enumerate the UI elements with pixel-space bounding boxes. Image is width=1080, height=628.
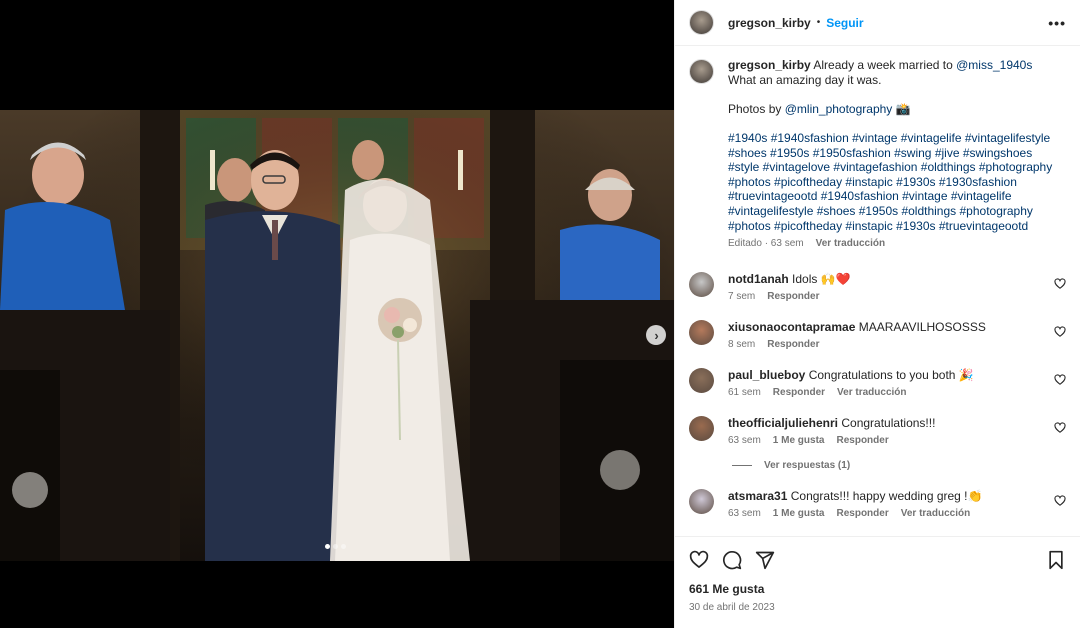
comment-list: notd1anah Idols 🙌❤️ 7 sem Responder xius… — [689, 271, 1066, 519]
like-count[interactable]: 661 Me gusta — [675, 582, 1080, 598]
comment-item: theofficialjuliehenri Congratulations!!!… — [689, 415, 1066, 446]
post-dialog: › gregson_kirby • Seguir ••• gregson_kir… — [0, 0, 1080, 628]
author-username[interactable]: gregson_kirby — [728, 16, 811, 30]
carousel-dot — [341, 544, 346, 549]
comment-like-heart-icon[interactable] — [1054, 495, 1066, 507]
comment-item: paul_blueboy Congratulations to you both… — [689, 367, 1066, 398]
commenter-username[interactable]: paul_blueboy — [728, 368, 805, 382]
photos-by-text: Photos by — [728, 101, 782, 116]
commenter-username[interactable]: notd1anah — [728, 272, 789, 286]
comment-text: MAARAAVILHOSOSSS — [858, 319, 986, 334]
comment-time: 63 sem — [728, 434, 761, 446]
reply-button[interactable]: Responder — [836, 435, 888, 446]
comment-like-heart-icon[interactable] — [1054, 326, 1066, 338]
commenter-avatar[interactable] — [689, 367, 714, 393]
comment-likes[interactable]: 1 Me gusta — [773, 508, 825, 519]
post-header: gregson_kirby • Seguir ••• — [675, 0, 1080, 46]
save-bookmark-icon[interactable] — [1046, 550, 1066, 570]
post-photo[interactable] — [0, 110, 674, 561]
comment-time: 63 sem — [728, 507, 761, 519]
post-actions — [675, 536, 1080, 582]
translate-link[interactable]: Ver traducción — [837, 387, 906, 398]
header-separator: • — [816, 17, 821, 28]
commenter-username[interactable]: xiusonaocontapramae — [728, 320, 855, 334]
more-options-icon[interactable]: ••• — [1048, 15, 1066, 31]
comment-bubble-icon[interactable] — [722, 550, 742, 570]
comments-section[interactable]: gregson_kirby Already a week married to … — [675, 46, 1080, 536]
carousel-dot — [333, 544, 338, 549]
view-replies-label: Ver respuestas (1) — [764, 459, 851, 471]
translate-link[interactable]: Ver traducción — [816, 237, 885, 252]
reply-button[interactable]: Responder — [767, 339, 819, 350]
caption-meta: Editado · 63 sem Ver traducción — [728, 237, 1058, 252]
commenter-username[interactable]: atsmara31 — [728, 489, 787, 503]
commenter-avatar[interactable] — [689, 271, 714, 297]
comment-text: Congratulations!!! — [841, 415, 936, 430]
like-heart-icon[interactable] — [689, 550, 709, 570]
commenter-avatar[interactable] — [689, 415, 714, 441]
author-avatar[interactable] — [689, 10, 714, 35]
view-replies-button[interactable]: Ver respuestas (1) — [732, 460, 1066, 471]
carousel-next-button[interactable]: › — [646, 325, 666, 345]
comment-text: Congratulations to you both 🎉 — [808, 367, 974, 382]
mention-link[interactable]: @miss_1940s — [956, 58, 1032, 72]
caption-text: Already a week married to — [813, 58, 953, 72]
post-date: 30 de abril de 2023 — [689, 602, 775, 613]
caption-line: What an amazing day it was. — [728, 72, 882, 87]
post-side-panel: gregson_kirby • Seguir ••• gregson_kirby… — [674, 0, 1080, 628]
comment-time: 8 sem — [728, 338, 756, 350]
replies-line — [732, 464, 752, 466]
comment-like-heart-icon[interactable] — [1054, 374, 1066, 386]
comment-time: 61 sem — [728, 386, 761, 398]
reply-button[interactable]: Responder — [767, 291, 819, 302]
translate-link[interactable]: Ver traducción — [901, 508, 970, 519]
comment-likes[interactable]: 1 Me gusta — [773, 435, 825, 446]
carousel-indicator — [325, 544, 346, 549]
follow-button[interactable]: Seguir — [826, 16, 863, 30]
commenter-avatar[interactable] — [689, 319, 714, 345]
comment-like-heart-icon[interactable] — [1054, 278, 1066, 290]
hashtags[interactable]: #1940s #1940sfashion #vintage #vintageli… — [728, 131, 1058, 233]
comment-text: Idols 🙌❤️ — [792, 271, 851, 286]
media-pane: › — [0, 0, 674, 628]
comment-time: 7 sem — [728, 290, 756, 302]
comment-item: xiusonaocontapramae MAARAAVILHOSOSSS 8 s… — [689, 319, 1066, 350]
caption-avatar[interactable] — [689, 59, 714, 84]
caption-username[interactable]: gregson_kirby — [728, 58, 811, 72]
carousel-dot — [325, 544, 330, 549]
reply-button[interactable]: Responder — [773, 387, 825, 398]
comment-item: atsmara31 Congrats!!! happy wedding greg… — [689, 488, 1066, 519]
mention-link[interactable]: @mlin_photography — [785, 102, 893, 116]
reply-button[interactable]: Responder — [836, 508, 888, 519]
comment-like-heart-icon[interactable] — [1054, 422, 1066, 434]
commenter-username[interactable]: theofficialjuliehenri — [728, 416, 838, 430]
camera-emoji-icon: 📸 — [895, 101, 911, 116]
commenter-avatar[interactable] — [689, 488, 714, 514]
wedding-photo-illustration — [0, 110, 674, 561]
chevron-right-icon: › — [654, 327, 659, 343]
comment-item: notd1anah Idols 🙌❤️ 7 sem Responder — [689, 271, 1066, 302]
post-caption: gregson_kirby Already a week married to … — [689, 58, 1066, 252]
comment-text: Congrats!!! happy wedding greg !👏 — [790, 488, 983, 503]
share-paper-plane-icon[interactable] — [755, 550, 775, 570]
edited-time: Editado · 63 sem — [728, 238, 804, 250]
